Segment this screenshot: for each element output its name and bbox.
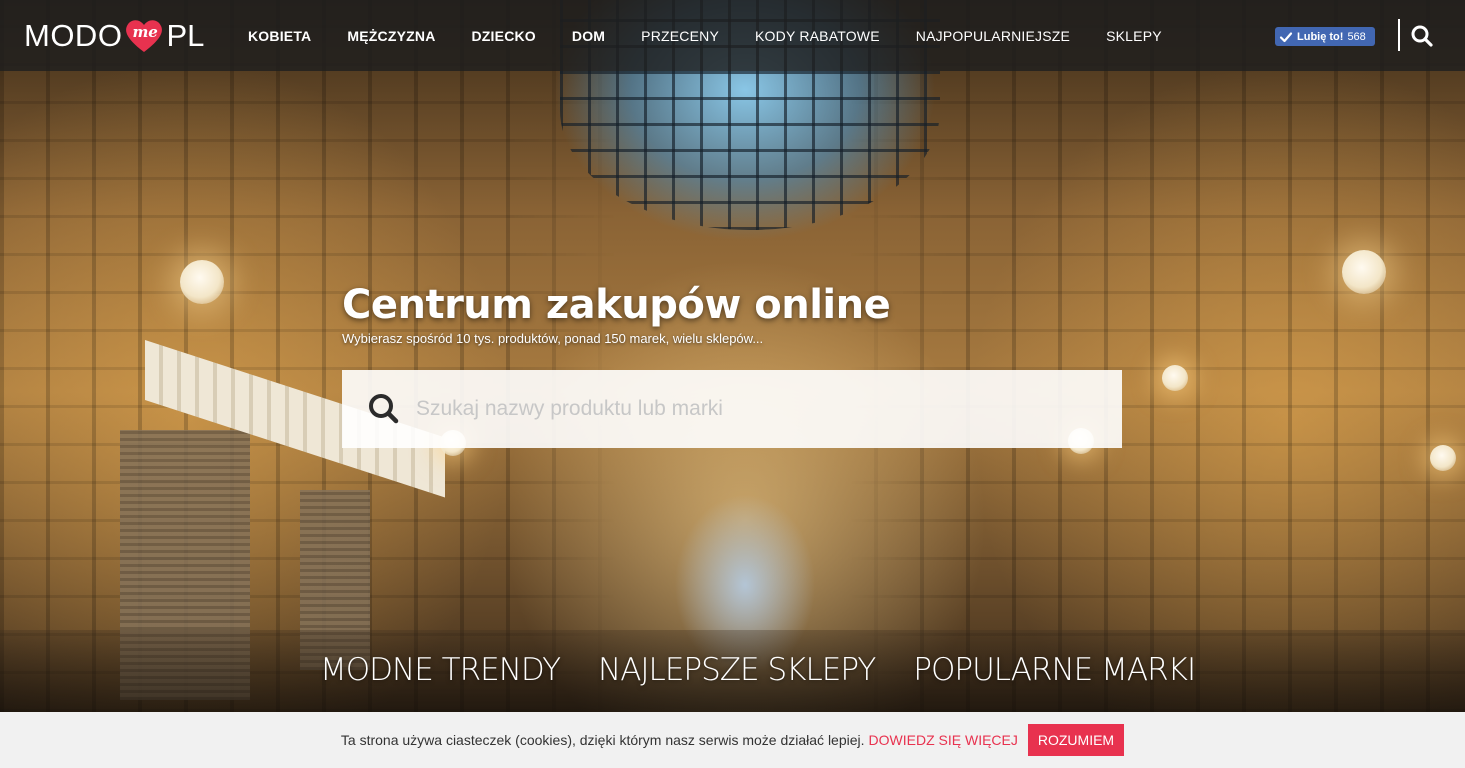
- search-icon[interactable]: [364, 389, 404, 429]
- search-icon: [1411, 25, 1433, 47]
- hero-background-image: [0, 0, 1465, 712]
- cookie-message: Ta strona używa ciasteczek (cookies), dz…: [340, 732, 865, 748]
- tab-popularne-marki[interactable]: POPULARNE MARKI: [913, 652, 1196, 688]
- nav-item-sklepy[interactable]: SKLEPY: [1106, 28, 1162, 44]
- nav-item-najpopularniejsze[interactable]: NAJPOPULARNIEJSZE: [916, 28, 1070, 44]
- nav-item-dziecko[interactable]: DZIECKO: [472, 28, 536, 44]
- site-logo[interactable]: MODO me PL: [24, 17, 204, 55]
- check-icon: [1279, 31, 1293, 42]
- hero-title: Centrum zakupów online: [342, 282, 891, 328]
- logo-heart-text: me: [132, 23, 158, 41]
- tab-modne-trendy[interactable]: MODNE TRENDY: [320, 652, 561, 688]
- header-search-button[interactable]: [1410, 24, 1434, 48]
- header-divider: [1398, 19, 1400, 51]
- logo-text-pl: PL: [166, 18, 205, 53]
- hero-subtitle: Wybierasz spośród 10 tys. produktów, pon…: [342, 331, 764, 346]
- facebook-like-count: 568: [1347, 30, 1366, 43]
- logo-text-modo: MODO: [24, 18, 123, 53]
- facebook-like-label: Lubię to!: [1297, 30, 1344, 43]
- nav-item-dom[interactable]: DOM: [572, 28, 605, 44]
- product-search-bar: [342, 370, 1122, 448]
- nav-item-przeceny[interactable]: PRZECENY: [641, 28, 719, 44]
- nav-item-mezczyzna[interactable]: MĘŻCZYZNA: [347, 28, 435, 44]
- cookie-learn-more-link[interactable]: DOWIEDZ SIĘ WIĘCEJ: [869, 732, 1018, 748]
- lamp: [1430, 445, 1456, 471]
- search-input[interactable]: [416, 397, 1096, 421]
- cookie-consent-bar: Ta strona używa ciasteczek (cookies), dz…: [0, 712, 1465, 768]
- tab-najlepsze-sklepy[interactable]: NAJLEPSZE SKLEPY: [598, 652, 876, 688]
- heart-icon: me: [124, 18, 164, 54]
- lamp: [180, 260, 224, 304]
- facebook-like-button[interactable]: Lubię to! 568: [1275, 27, 1375, 46]
- lamp: [1342, 250, 1386, 294]
- cookie-accept-button[interactable]: ROZUMIEM: [1027, 724, 1125, 756]
- nav-item-kody-rabatowe[interactable]: KODY RABATOWE: [755, 28, 880, 44]
- lamp: [1162, 365, 1188, 391]
- top-navigation-bar: MODO me PL KOBIETA MĘŻCZYZNA DZIECKO DOM…: [0, 0, 1465, 71]
- main-menu: KOBIETA MĘŻCZYZNA DZIECKO DOM PRZECENY K…: [230, 0, 1198, 71]
- section-tabs: MODNE TRENDY NAJLEPSZE SKLEPY POPULARNE …: [320, 652, 1233, 688]
- nav-item-kobieta[interactable]: KOBIETA: [248, 28, 311, 44]
